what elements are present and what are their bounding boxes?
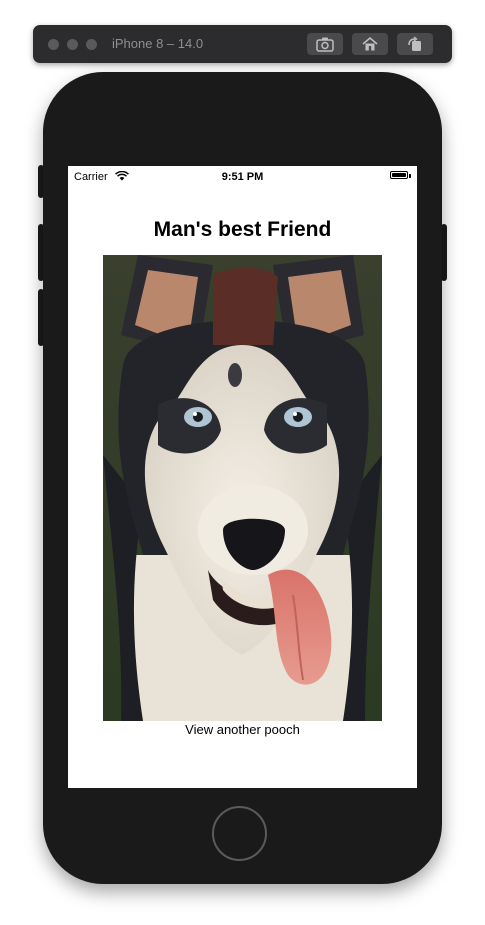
view-another-pooch-button[interactable]: View another pooch	[68, 722, 417, 737]
home-button[interactable]	[352, 33, 388, 55]
dog-image	[103, 255, 382, 721]
simulator-title: iPhone 8 – 14.0	[112, 36, 204, 51]
battery-nub	[409, 174, 411, 178]
rotate-icon	[408, 36, 421, 51]
status-bar: Carrier 9:51 PM	[68, 166, 417, 186]
page-title: Man's best Friend	[153, 218, 332, 241]
minimize-window-button[interactable]	[67, 39, 78, 50]
close-window-button[interactable]	[48, 39, 59, 50]
device-home-button[interactable]	[212, 806, 267, 861]
screenshot-button[interactable]	[307, 33, 343, 55]
device-screen: Carrier 9:51 PM Man's best Friend View a…	[68, 166, 417, 788]
screenshot-icon	[316, 37, 334, 52]
husky-illustration	[103, 255, 382, 721]
home-icon	[362, 36, 378, 51]
battery-icon	[390, 171, 408, 179]
zoom-window-button[interactable]	[86, 39, 97, 50]
simulator-title-bar: iPhone 8 – 14.0	[33, 25, 452, 63]
rotate-button[interactable]	[397, 33, 433, 55]
status-time: 9:51 PM	[221, 171, 264, 183]
